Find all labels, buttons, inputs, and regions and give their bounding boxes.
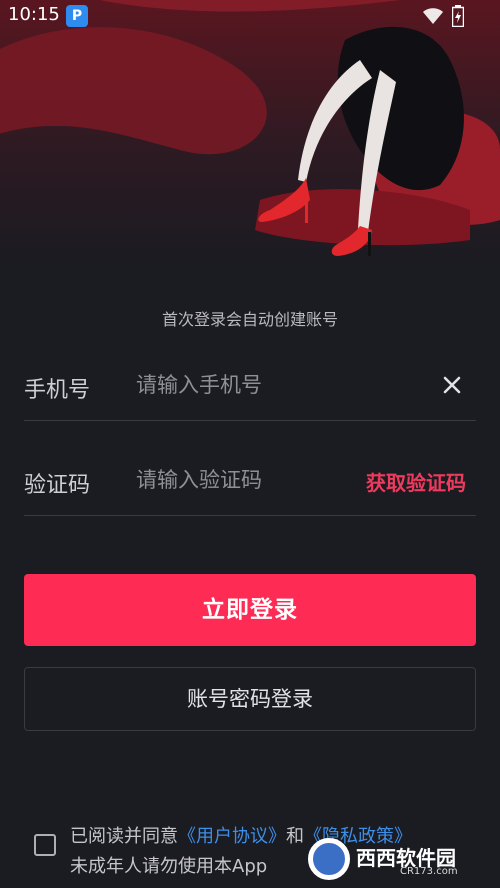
- login-button[interactable]: 立即登录: [24, 574, 476, 646]
- phone-input[interactable]: [136, 369, 406, 401]
- phone-row: 手机号: [24, 325, 476, 421]
- wifi-icon: [423, 8, 443, 24]
- code-row: 验证码 获取验证码: [24, 420, 476, 516]
- app-notification-icon: P: [66, 5, 88, 27]
- hero-illustration: [0, 0, 500, 262]
- phone-label: 手机号: [24, 378, 91, 403]
- agreement-checkbox[interactable]: [34, 834, 56, 856]
- status-time: 10:15: [8, 4, 60, 25]
- status-bar: 10:15 P: [0, 0, 500, 32]
- get-code-button[interactable]: 获取验证码: [366, 467, 466, 496]
- battery-icon: [452, 5, 464, 27]
- user-agreement-link[interactable]: 《用户协议》: [178, 826, 286, 847]
- watermark-circle-icon: [308, 838, 350, 880]
- agreement-prefix: 已阅读并同意: [70, 826, 178, 847]
- watermark-domain: CR173.com: [400, 866, 458, 877]
- clear-icon[interactable]: [438, 371, 466, 399]
- watermark-logo: 西西软件园 CR173.com: [300, 836, 496, 882]
- password-login-button[interactable]: 账号密码登录: [24, 667, 476, 731]
- code-label: 验证码: [24, 473, 91, 498]
